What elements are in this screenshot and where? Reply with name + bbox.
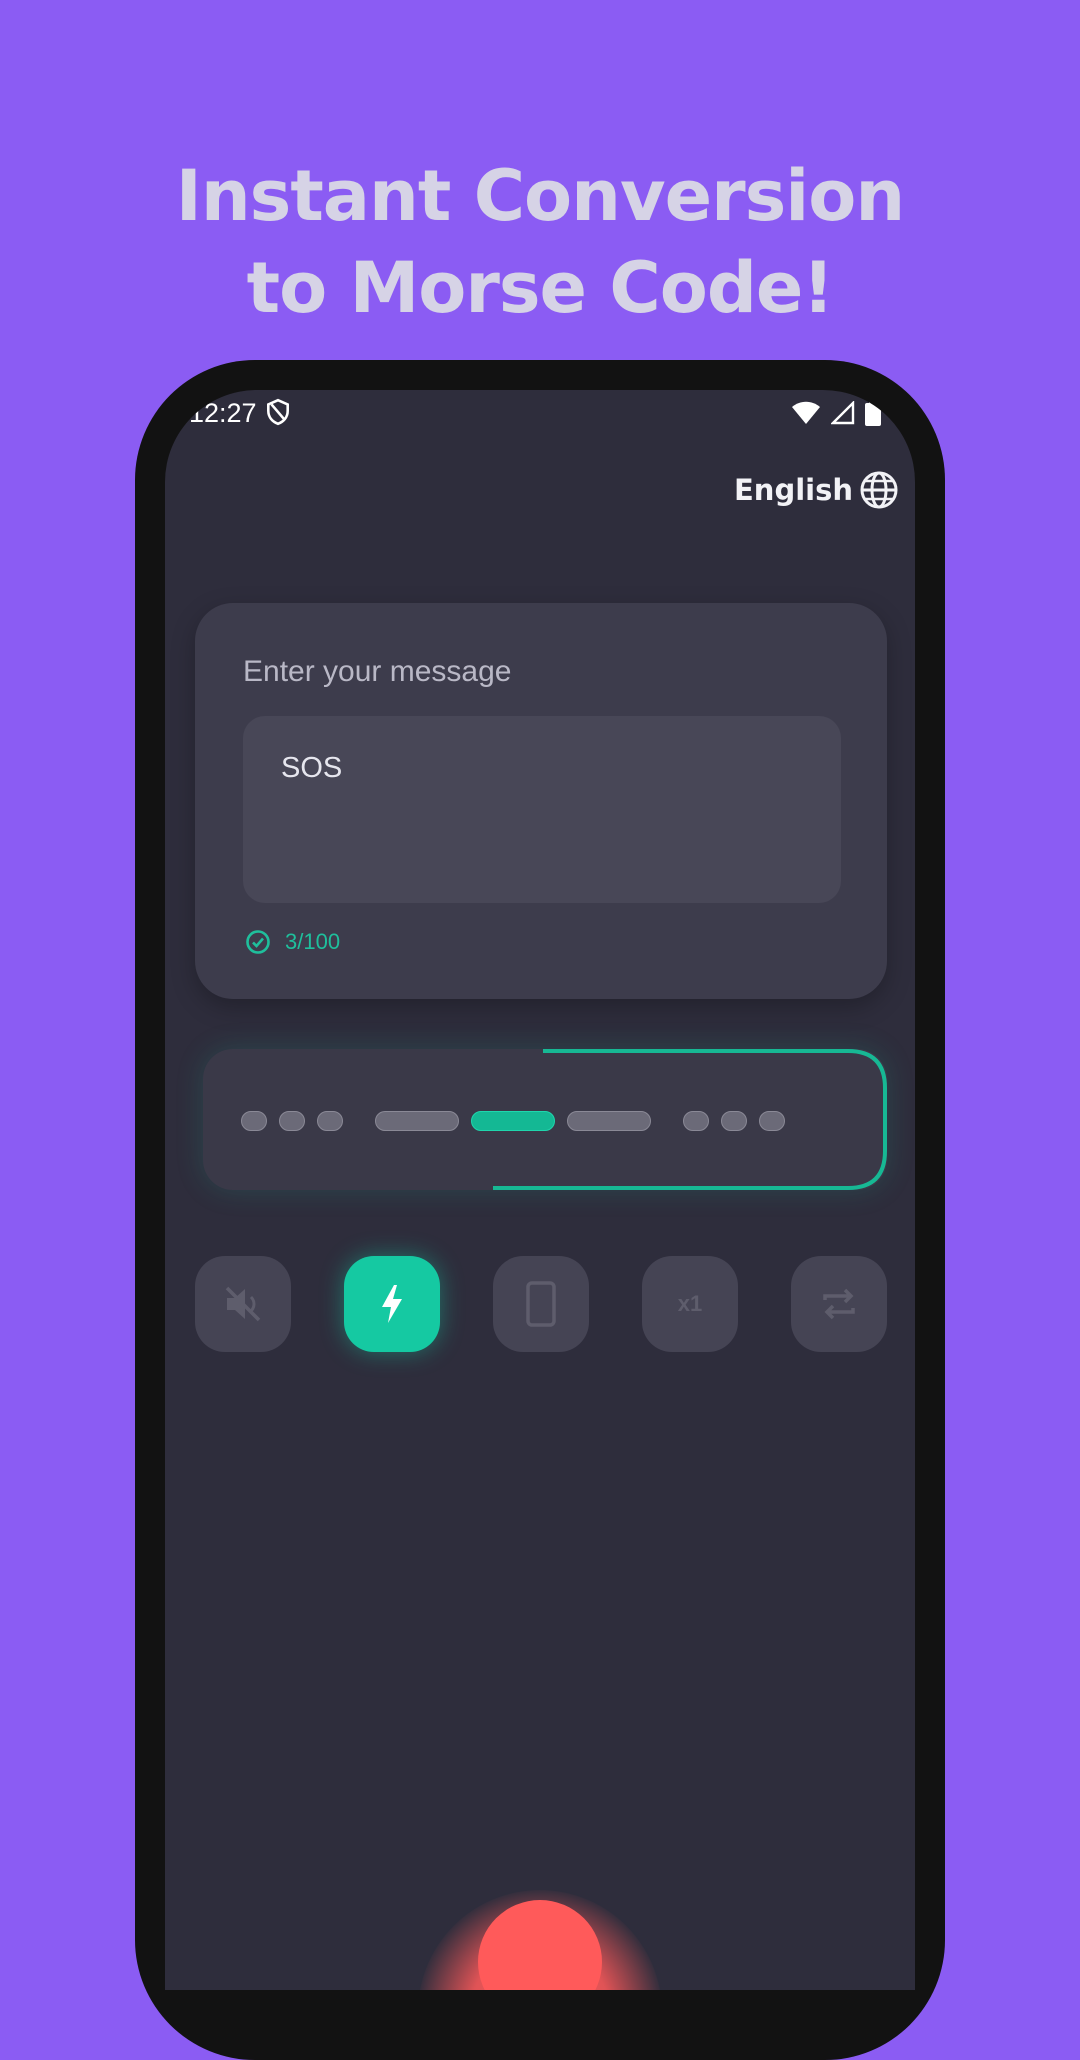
language-label: English	[733, 473, 853, 507]
morse-dash	[567, 1111, 651, 1131]
message-input[interactable]: SOS	[243, 716, 841, 903]
message-card: Enter your message SOS 3/100	[195, 603, 887, 999]
control-bar: x1	[195, 1256, 887, 1352]
morse-dash	[375, 1111, 459, 1131]
morse-dot	[721, 1111, 747, 1131]
headline: Instant Conversion to Morse Code!	[0, 150, 1080, 334]
morse-dot	[279, 1111, 305, 1131]
morse-dot	[683, 1111, 709, 1131]
repeat-icon	[823, 1288, 855, 1320]
sound-toggle-button[interactable]	[195, 1256, 291, 1352]
globe-icon	[860, 471, 898, 509]
app-screen: 12:27 English Enter your message SOS 3/1…	[165, 390, 915, 1990]
status-icons	[791, 400, 881, 426]
battery-icon	[865, 400, 881, 426]
speaker-mute-icon	[225, 1286, 261, 1322]
repeat-toggle-button[interactable]	[791, 1256, 887, 1352]
shield-icon	[267, 398, 289, 426]
vibration-toggle-button[interactable]	[493, 1256, 589, 1352]
flash-icon	[382, 1285, 402, 1323]
wifi-icon	[792, 401, 820, 424]
morse-dot	[241, 1111, 267, 1131]
speed-button[interactable]: x1	[642, 1256, 738, 1352]
speed-label: x1	[677, 1291, 703, 1316]
status-bar: 12:27	[165, 390, 915, 440]
character-counter-text: 3/100	[285, 929, 341, 954]
headline-line-1: Instant Conversion	[175, 155, 905, 237]
check-circle-icon	[246, 930, 270, 954]
morse-dash	[471, 1111, 555, 1131]
character-counter: 3/100	[245, 929, 340, 955]
phone-icon	[526, 1281, 556, 1327]
morse-dot	[317, 1111, 343, 1131]
signal-icon	[831, 401, 855, 425]
language-selector[interactable]: English	[734, 470, 899, 510]
flashlight-toggle-button[interactable]	[344, 1256, 440, 1352]
message-input-value: SOS	[281, 752, 343, 784]
morse-dot	[759, 1111, 785, 1131]
morse-output	[203, 1049, 887, 1190]
morse-symbols	[241, 1111, 797, 1131]
status-time: 12:27	[189, 398, 257, 428]
headline-line-2: to Morse Code!	[246, 247, 835, 329]
message-label: Enter your message	[243, 655, 512, 688]
